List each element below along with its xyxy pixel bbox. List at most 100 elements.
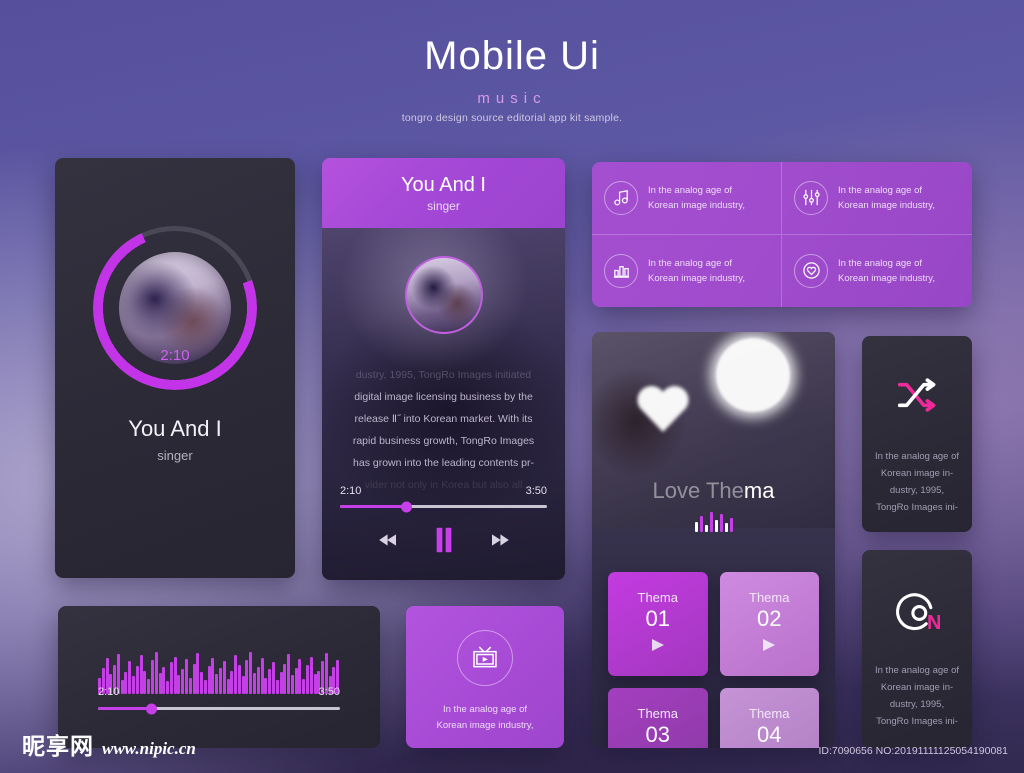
play-icon[interactable] (760, 637, 778, 658)
page-title: Mobile Ui (424, 34, 600, 78)
shuffle-info-card[interactable]: In the analog age of Korean image in- du… (862, 336, 972, 532)
side-card-line: TongRo Images ini- (876, 502, 958, 513)
tile-number: 03 (645, 722, 670, 748)
seek-slider[interactable] (340, 501, 547, 512)
side-card-text: In the analog age of Korean image in- du… (870, 448, 964, 516)
side-card-text: In the analog age of Korean image in- du… (870, 662, 964, 730)
tile-number: 04 (757, 722, 782, 748)
equalizer-icon (794, 180, 828, 215)
circular-progress[interactable]: 2:10 (93, 226, 257, 390)
elapsed-time: 2:10 (98, 686, 120, 698)
side-card-line: In the analog age of (875, 451, 959, 462)
album-art-circle (404, 256, 483, 334)
side-card-line: In the analog age of (875, 665, 959, 676)
watermark-url: www.nipic.cn (102, 739, 196, 758)
detail-player-header: You And I singer (322, 158, 565, 228)
equalizer-bar (704, 525, 708, 532)
lyrics-line: release Ⅱ˝ into Korean market. With its (354, 413, 533, 425)
page-header: Mobile Ui music tongro design source edi… (0, 34, 1024, 124)
total-time: 3:50 (318, 686, 340, 698)
video-card-line: Korean image industry, (436, 720, 534, 731)
progress-area: 2:10 3:50 (340, 485, 547, 512)
bar-chart-icon (604, 253, 638, 288)
repeat-one-icon: N (862, 590, 972, 636)
feature-cell-equalizer[interactable]: In the analog age of Korean image indust… (782, 162, 972, 235)
thema-equalizer-indicator (694, 510, 733, 532)
shuffle-icon (862, 376, 972, 414)
feature-text: In the analog age of Korean image indust… (838, 256, 935, 286)
bokeh-heart (632, 376, 694, 438)
play-icon[interactable] (649, 637, 667, 658)
tile-label: Thema (749, 706, 790, 722)
seek-slider[interactable] (98, 703, 340, 714)
progress-area: 2:10 3:50 (98, 686, 340, 714)
thema-tile-grid: Thema 01 Thema 02 Thema 03 Thema 04 (608, 572, 819, 748)
lyrics-block: dustry, 1995, TongRo Images initiated di… (334, 364, 553, 496)
tv-play-icon (457, 630, 513, 686)
detail-player-card: You And I singer dustry, 1995, TongRo Im… (322, 158, 565, 580)
feature-cell-favorite[interactable]: In the analog age of Korean image indust… (782, 235, 972, 308)
equalizer-bar (699, 516, 703, 532)
side-card-line: TongRo Images ini- (876, 716, 958, 727)
repeat-one-info-card[interactable]: N In the analog age of Korean image in- … (862, 550, 972, 748)
feature-grid-card: In the analog age of Korean image indust… (592, 162, 972, 307)
time-labels: 2:10 3:50 (340, 485, 547, 497)
lyrics-line: dustry, 1995, TongRo Images initiated (355, 369, 532, 381)
thema-title: Love Thema (592, 478, 835, 504)
page-tagline: tongro design source editorial app kit s… (401, 112, 623, 124)
fast-forward-icon[interactable] (489, 532, 511, 553)
playback-controls (322, 527, 565, 558)
thema-title-dim: Love The (652, 478, 744, 503)
feature-line: In the analog age of (838, 257, 922, 269)
total-time: 3:50 (525, 485, 547, 497)
feature-line: Korean image industry, (838, 272, 935, 284)
feature-line: In the analog age of (648, 257, 732, 269)
feature-line: In the analog age of (648, 184, 732, 196)
tile-number: 02 (757, 606, 782, 632)
video-card-line: In the analog age of (443, 704, 527, 715)
detail-player-body: dustry, 1995, TongRo Images initiated di… (322, 228, 565, 580)
seek-fill (340, 505, 407, 508)
equalizer-bar (724, 523, 728, 532)
heart-icon (794, 253, 828, 288)
seek-knob[interactable] (146, 703, 158, 714)
video-info-card[interactable]: In the analog age of Korean image indust… (406, 606, 564, 748)
feature-text: In the analog age of Korean image indust… (648, 256, 745, 286)
rewind-icon[interactable] (377, 532, 399, 553)
side-card-line: dustry, 1995, (889, 485, 945, 496)
thema-tile[interactable]: Thema 01 (608, 572, 708, 676)
seek-knob[interactable] (401, 501, 413, 512)
lyrics-line: digital image licensing business by the (354, 391, 533, 403)
side-card-line: Korean image in- (880, 682, 954, 693)
thema-tile[interactable]: Thema 04 (719, 688, 819, 748)
equalizer-bar (729, 518, 733, 532)
thema-title-bright: ma (743, 478, 775, 503)
page-subtitle: music (477, 90, 547, 107)
feature-line: Korean image industry, (648, 199, 745, 211)
equalizer-bar (694, 522, 698, 532)
pause-icon[interactable] (435, 527, 453, 558)
feature-cell-chart[interactable]: In the analog age of Korean image indust… (592, 234, 782, 307)
feature-cell-music[interactable]: In the analog age of Korean image indust… (592, 162, 782, 235)
feature-line: Korean image industry, (648, 272, 745, 284)
tile-number: 01 (645, 606, 670, 632)
thema-panel-card: Love Thema Thema 01 Thema 02 Thema 03 Th… (592, 332, 835, 748)
video-card-text: In the analog age of Korean image indust… (416, 702, 554, 734)
feature-text: In the analog age of Korean image indust… (838, 183, 935, 213)
watermark-brand: 昵享网 (22, 734, 94, 759)
music-note-icon (604, 180, 638, 215)
song-title: You And I (128, 416, 222, 441)
tile-label: Thema (749, 590, 790, 606)
watermark: 昵享网 www.nipic.cn (22, 727, 196, 761)
feature-line: In the analog age of (838, 184, 922, 196)
lyrics-line: rapid business growth, TongRo Images (352, 435, 535, 447)
time-labels: 2:10 3:50 (98, 686, 340, 698)
thema-tile[interactable]: Thema 02 (719, 572, 819, 676)
svg-text:N: N (927, 612, 940, 634)
bokeh-flower (716, 338, 790, 412)
feature-line: Korean image industry, (838, 199, 935, 211)
tile-label: Thema (637, 706, 678, 722)
thema-tile[interactable]: Thema 03 (608, 688, 708, 748)
seek-fill (98, 707, 152, 710)
song-title: You And I (401, 173, 486, 196)
